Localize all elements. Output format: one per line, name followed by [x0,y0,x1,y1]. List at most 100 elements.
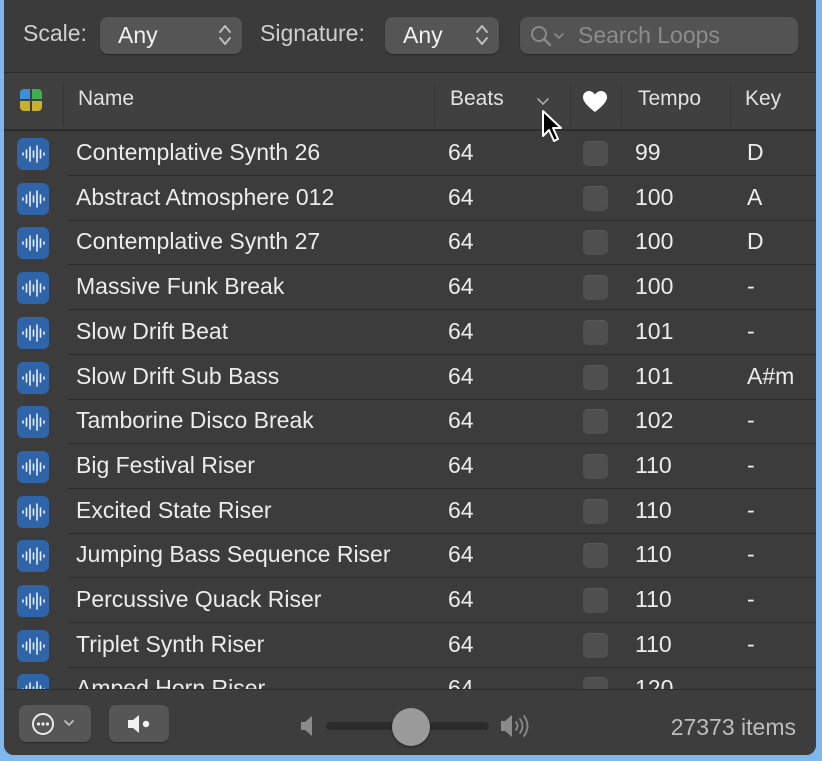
loop-key: D [747,228,764,255]
favorite-checkbox[interactable] [583,409,608,435]
loop-tempo: 110 [635,541,672,568]
loop-beats: 64 [448,273,474,300]
loop-beats: 64 [448,407,474,434]
favorite-checkbox[interactable] [583,543,608,569]
audio-loop-icon [17,585,49,617]
loop-beats: 64 [448,362,474,389]
loop-key: - [747,586,755,612]
loop-name: Contemplative Synth 26 [76,139,321,165]
favorite-checkbox[interactable] [583,588,608,613]
loop-beats: 64 [448,317,474,344]
loop-key: D [747,139,764,165]
loop-type-filter-icon[interactable] [18,87,44,113]
loop-tempo: 101 [635,317,674,344]
loop-tempo: 102 [635,407,674,434]
loop-key: A [747,183,763,210]
column-name[interactable]: Name [78,87,134,111]
loop-name: Slow Drift Beat [76,317,229,344]
scale-popup[interactable]: Any [100,17,242,54]
loop-name: Percussive Quack Riser [76,586,322,612]
loop-tempo: 110 [635,451,672,478]
favorite-checkbox[interactable] [583,185,608,211]
signature-popup[interactable]: Any [385,17,499,54]
loop-row[interactable]: Slow Drift Sub Bass 64 101 A#m [4,355,816,400]
loop-browser-window: Scale: Any Signature: Any Search Loops N… [4,0,816,755]
audio-loop-icon [17,674,49,689]
loop-beats: 64 [448,675,474,689]
loop-beats: 64 [448,139,474,165]
speaker-low-icon [301,716,312,736]
audio-loop-icon [17,182,49,215]
column-header: Name Beats Tempo Key [4,73,816,131]
audio-loop-icon [17,272,49,305]
loop-row[interactable]: Excited State Riser 64 110 - [4,489,816,534]
loop-tempo: 120 [635,675,674,689]
speaker-icon [128,715,150,733]
favorite-checkbox[interactable] [583,364,608,390]
speaker-high-icon [501,715,529,737]
loop-row[interactable]: Tamborine Disco Break 64 102 - [4,399,816,445]
loop-key: - [747,317,755,344]
favorite-checkbox[interactable] [583,230,608,256]
signature-label: Signature: [260,20,365,46]
filter-toolbar: Scale: Any Signature: Any Search Loops [4,0,816,73]
loop-name: Triplet Synth Riser [76,630,265,657]
loop-key: - [747,451,755,478]
loop-list[interactable]: Contemplative Synth 26 64 99 D Abstract Atmo… [4,131,816,689]
loop-beats: 64 [448,541,474,568]
loop-row[interactable]: Jumping Bass Sequence Riser 64 110 - [4,533,816,579]
loop-key: A#m [747,362,795,389]
item-count: 27373 items [670,714,796,740]
volume-slider-knob[interactable] [391,708,430,746]
preview-speaker-button[interactable] [109,705,169,742]
audio-loop-icon [17,361,49,394]
search-placeholder: Search Loops [578,22,720,48]
loop-tempo: 100 [635,273,674,300]
sort-chevron-down-icon[interactable] [536,97,550,107]
up-down-chevron-icon [476,25,488,45]
loop-row[interactable]: Massive Funk Break 64 100 - [4,265,816,311]
loop-beats: 64 [448,228,474,255]
loop-row[interactable]: Abstract Atmosphere 012 64 100 A [4,176,816,221]
audio-loop-icon [17,540,49,573]
audio-loop-icon [17,629,49,662]
loop-name: Tamborine Disco Break [76,407,314,434]
favorite-checkbox[interactable] [583,141,608,166]
favorite-checkbox[interactable] [583,319,608,345]
loop-name: Amped Horn Riser [76,675,266,689]
column-tempo[interactable]: Tempo [638,87,701,111]
favorite-checkbox[interactable] [583,498,608,524]
favorite-checkbox[interactable] [583,275,608,301]
loop-key: - [747,541,755,568]
favorite-checkbox[interactable] [583,453,608,479]
up-down-chevron-icon [219,25,231,45]
audio-loop-icon [17,495,49,528]
search-field[interactable]: Search Loops [520,17,798,54]
loop-name: Excited State Riser [76,496,272,523]
footer-bar: 27373 items [4,689,816,755]
loop-row[interactable]: Triplet Synth Riser 64 110 - [4,623,816,668]
loop-row[interactable]: Slow Drift Beat 64 101 - [4,310,816,355]
loop-row[interactable]: Big Festival Riser 64 110 - [4,444,816,489]
loop-row[interactable]: Contemplative Synth 26 64 99 D [4,131,816,176]
more-options-button[interactable] [19,705,91,742]
audio-loop-icon [17,227,49,260]
loop-name: Massive Funk Break [76,273,285,300]
column-beats[interactable]: Beats [450,87,504,111]
loop-tempo: 100 [635,183,674,210]
heart-icon[interactable] [582,90,608,114]
audio-loop-icon [17,450,49,483]
loop-key: - [747,273,755,300]
loop-tempo: 101 [635,362,674,389]
loop-name: Contemplative Synth 27 [76,228,321,255]
loop-beats: 64 [448,183,474,210]
favorite-checkbox[interactable] [583,677,608,689]
loop-row[interactable]: Contemplative Synth 27 64 100 D [4,220,816,266]
loop-row[interactable]: Amped Horn Riser 64 120 [4,667,816,689]
column-key[interactable]: Key [745,87,781,111]
loop-tempo: 99 [635,139,661,165]
loop-row[interactable]: Percussive Quack Riser 64 110 - [4,578,816,623]
favorite-checkbox[interactable] [583,632,608,658]
loop-name: Big Festival Riser [76,451,255,478]
loop-beats: 64 [448,586,474,612]
